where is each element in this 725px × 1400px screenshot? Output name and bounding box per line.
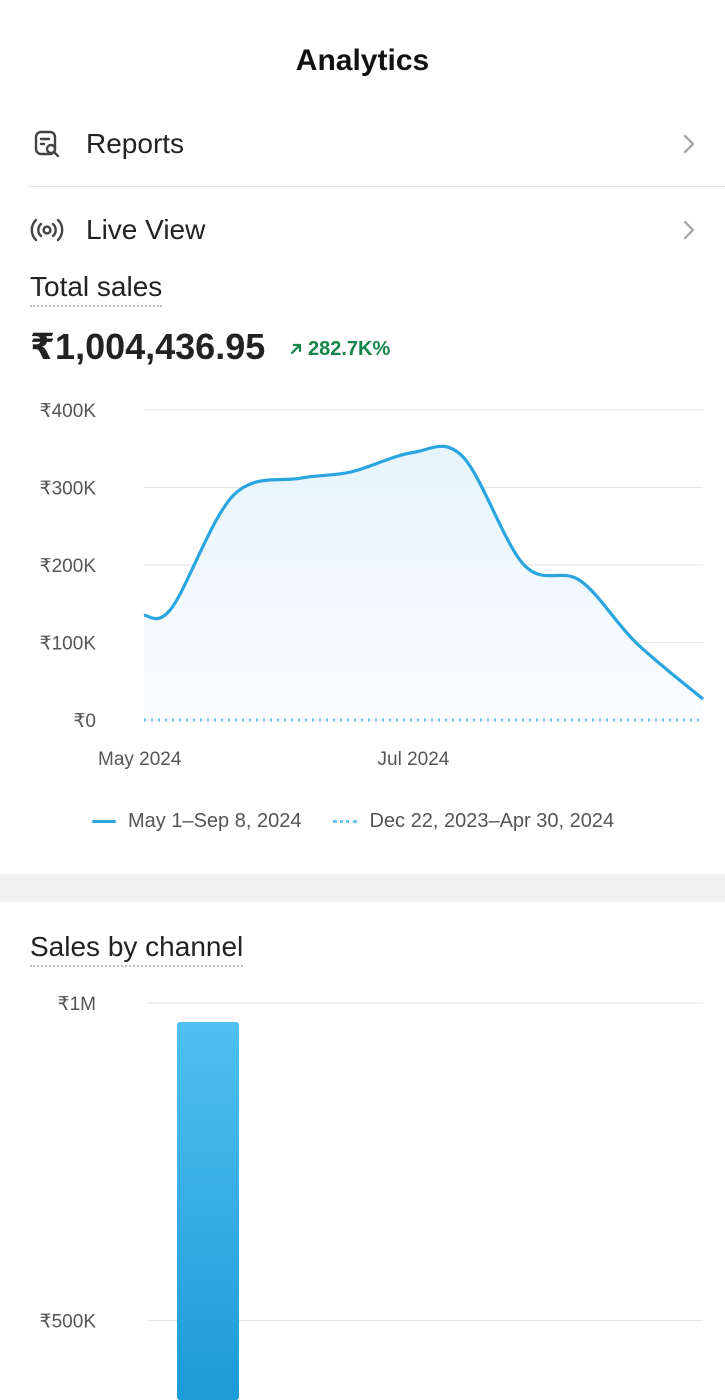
chart-legend: May 1–Sep 8, 2024 Dec 22, 2023–Apr 30, 2… [92,810,646,833]
divider [28,186,725,187]
legend-item-current[interactable]: May 1–Sep 8, 2024 [92,810,301,833]
legend-swatch-solid [92,820,116,823]
legend-label: May 1–Sep 8, 2024 [128,810,302,832]
y-tick-label: ₹100K [40,634,97,655]
y-tick-label: ₹500K [40,1312,97,1333]
x-tick-label: Jul 2024 [378,749,450,770]
total-sales-title[interactable]: Total sales [30,271,163,307]
arrow-up-right-icon [290,338,302,361]
app-header: Analytics [0,0,725,120]
legend-swatch-dotted [333,820,358,823]
chevron-right-icon [681,132,697,156]
sales-by-channel-chart: ₹500K ₹1M [40,994,703,1400]
chevron-right-icon [681,218,697,242]
page-title: Analytics [295,44,430,77]
sales-change-value: 282.7K% [308,338,391,360]
channel-bar[interactable] [177,1022,239,1400]
sales-change-badge: 282.7K% [290,338,390,361]
legend-label: Dec 22, 2023–Apr 30, 2024 [369,810,615,832]
section-separator [0,874,725,902]
y-tick-label: ₹400K [40,401,97,422]
legend-item-previous[interactable]: Dec 22, 2023–Apr 30, 2024 [333,810,614,833]
nav-item-live-view[interactable]: Live View [0,198,725,262]
sales-by-channel-title[interactable]: Sales by channel [30,931,244,967]
x-tick-label: May 2024 [98,749,182,770]
total-sales-chart: ₹0 ₹100K ₹200K ₹300K ₹400K May 2024 Jul 2024 [40,401,705,770]
nav-item-reports[interactable]: Reports [0,112,725,176]
y-tick-label: ₹300K [40,479,97,500]
y-tick-label: ₹1M [58,994,96,1015]
y-tick-label: ₹0 [73,711,96,732]
live-signal-icon [30,213,64,247]
report-search-icon [30,127,64,161]
y-tick-label: ₹200K [40,556,97,577]
nav-item-label: Reports [86,128,185,159]
total-sales-value: ₹1,004,436.95 [30,326,266,367]
nav-item-label: Live View [86,214,206,245]
